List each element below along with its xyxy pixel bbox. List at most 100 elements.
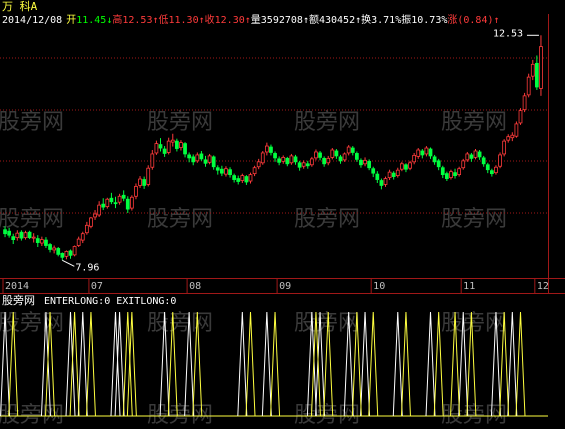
candle[interactable] — [428, 147, 433, 159]
candle[interactable] — [420, 149, 425, 159]
candle[interactable] — [281, 155, 286, 164]
candle[interactable] — [342, 152, 347, 162]
candle[interactable] — [191, 154, 196, 166]
candle[interactable] — [121, 190, 126, 202]
candle[interactable] — [23, 230, 28, 240]
candle[interactable] — [371, 166, 376, 178]
candle[interactable] — [27, 230, 32, 240]
candle[interactable] — [142, 176, 147, 189]
candle[interactable] — [440, 165, 445, 179]
candle[interactable] — [64, 250, 69, 260]
candle[interactable] — [228, 167, 232, 178]
candle[interactable] — [395, 167, 400, 178]
candle[interactable] — [530, 59, 535, 81]
candle[interactable] — [93, 210, 97, 220]
candle[interactable] — [170, 133, 175, 147]
candle[interactable] — [207, 153, 212, 165]
candle[interactable] — [89, 216, 93, 229]
candle[interactable] — [84, 221, 89, 235]
candle[interactable] — [31, 233, 36, 243]
candle[interactable] — [432, 154, 437, 165]
candle[interactable] — [354, 151, 359, 162]
candle[interactable] — [518, 108, 523, 125]
candle[interactable] — [35, 235, 40, 247]
candle[interactable] — [522, 92, 527, 113]
candle[interactable] — [44, 237, 48, 248]
candle[interactable] — [444, 171, 449, 182]
candle[interactable] — [330, 148, 335, 160]
candle[interactable] — [363, 157, 367, 167]
candle[interactable] — [224, 166, 228, 177]
candle[interactable] — [510, 132, 515, 142]
candle[interactable] — [391, 171, 396, 180]
candle[interactable] — [502, 139, 507, 157]
candle[interactable] — [408, 160, 412, 171]
candle[interactable] — [334, 149, 339, 159]
candle[interactable] — [297, 160, 302, 171]
candle[interactable] — [154, 140, 159, 155]
candle[interactable] — [150, 150, 155, 170]
candle[interactable] — [244, 175, 249, 185]
candle[interactable] — [11, 233, 16, 245]
candle[interactable] — [252, 165, 257, 177]
candle[interactable] — [309, 156, 314, 167]
candle[interactable] — [412, 152, 417, 165]
candle[interactable] — [113, 196, 118, 209]
candle[interactable] — [166, 137, 171, 155]
candle[interactable] — [158, 138, 163, 152]
candle[interactable] — [338, 154, 343, 164]
candle[interactable] — [359, 158, 363, 168]
candle[interactable] — [138, 176, 142, 188]
candle[interactable] — [322, 156, 327, 167]
candle[interactable] — [539, 35, 543, 96]
candle[interactable] — [506, 134, 511, 143]
candle[interactable] — [383, 176, 388, 187]
candle[interactable] — [60, 252, 65, 261]
candle[interactable] — [346, 145, 351, 156]
candle[interactable] — [375, 171, 380, 183]
candle[interactable] — [481, 155, 486, 167]
candle[interactable] — [232, 173, 237, 183]
candle[interactable] — [277, 156, 282, 166]
candle[interactable] — [285, 156, 290, 167]
candle[interactable] — [256, 158, 261, 170]
candle[interactable] — [183, 142, 187, 158]
candle[interactable] — [318, 150, 322, 161]
candlestick-chart[interactable]: 股旁网 股旁网 股旁网 股旁网股旁网 股旁网 股旁网 股旁网股旁网 股旁网 股旁网 股旁网股旁网股… — [0, 0, 565, 428]
candle[interactable] — [162, 146, 167, 157]
candle[interactable] — [269, 144, 273, 156]
candle[interactable] — [125, 196, 130, 214]
candle[interactable] — [80, 231, 85, 244]
candle[interactable] — [273, 151, 277, 162]
candle[interactable] — [424, 146, 429, 157]
candle[interactable] — [293, 154, 298, 165]
candle[interactable] — [494, 165, 498, 175]
candle[interactable] — [187, 152, 192, 163]
candle[interactable] — [101, 198, 106, 211]
candle[interactable] — [416, 148, 421, 159]
candle[interactable] — [146, 165, 151, 187]
candle[interactable] — [498, 152, 502, 169]
candle[interactable] — [134, 183, 138, 200]
candle[interactable] — [211, 155, 216, 170]
candle[interactable] — [514, 121, 519, 138]
candle[interactable] — [109, 192, 114, 205]
candle[interactable] — [236, 175, 241, 185]
candle[interactable] — [314, 149, 318, 161]
candle[interactable] — [72, 245, 77, 257]
candle[interactable] — [129, 195, 134, 211]
candle[interactable] — [473, 149, 478, 160]
candle[interactable] — [465, 151, 470, 162]
candle[interactable] — [39, 236, 44, 246]
candle[interactable] — [203, 155, 208, 167]
candle[interactable] — [485, 162, 490, 174]
candle[interactable] — [105, 197, 110, 209]
candle[interactable] — [289, 153, 294, 165]
candle[interactable] — [48, 243, 52, 253]
candle[interactable] — [264, 142, 269, 156]
candle[interactable] — [199, 150, 204, 161]
candle[interactable] — [97, 201, 102, 217]
candle[interactable] — [326, 155, 331, 166]
candle[interactable] — [52, 245, 57, 254]
candle[interactable] — [387, 169, 392, 181]
